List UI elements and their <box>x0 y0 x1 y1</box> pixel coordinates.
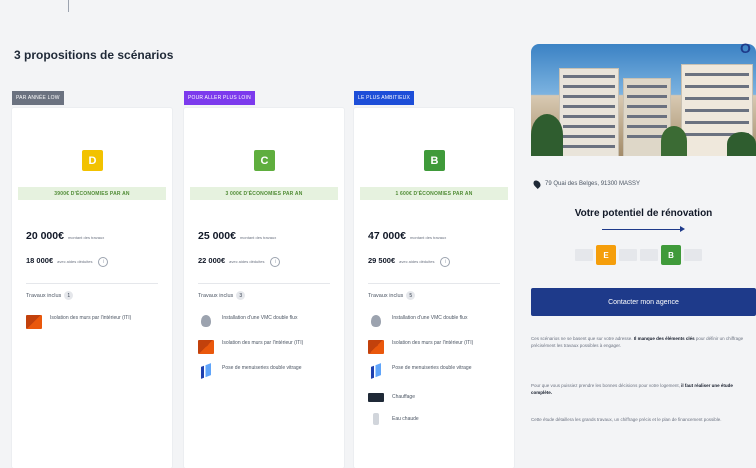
info-icon[interactable]: i <box>270 257 281 267</box>
works-title: Travaux inclus <box>368 292 404 299</box>
work-item-label: Chauffage <box>392 394 415 400</box>
card-divider <box>198 283 330 284</box>
scenario-tag: PAR ANNÉE LOW <box>12 91 64 105</box>
work-item: Pose de menuiseries double vitrage <box>368 363 508 379</box>
heating-icon <box>368 393 384 402</box>
brand-mark: O <box>740 40 751 56</box>
scenario-card[interactable]: D 3900€ D'ÉCONOMIES PAR AN 20 000€ monta… <box>12 108 172 468</box>
net-price: 18 000€ <box>26 256 54 265</box>
target-class-badge: B <box>661 245 681 265</box>
disclaimer-paragraph: Ces scénarios ne se basent que sur votre… <box>531 335 753 349</box>
info-icon[interactable]: i <box>98 257 109 267</box>
work-item: Installation d'une VMC double flux <box>198 315 338 327</box>
water-heater-icon <box>373 413 379 425</box>
total-price-note: montant des travaux <box>409 235 447 240</box>
window-icon <box>371 363 381 379</box>
total-price-row: 25 000€ montant des travaux <box>198 230 276 242</box>
info-icon[interactable]: i <box>440 257 451 267</box>
total-price-row: 47 000€ montant des travaux <box>368 230 446 242</box>
work-item-label: Eau chaude <box>392 416 419 422</box>
wall-insulation-icon <box>26 315 42 329</box>
arrow-right-icon <box>680 226 685 232</box>
wall-insulation-icon <box>368 340 384 354</box>
energy-class-badge: C <box>254 150 275 171</box>
total-price-note: montant des travaux <box>67 235 105 240</box>
card-divider <box>26 283 158 284</box>
location-pin-icon <box>532 179 542 189</box>
work-item-label: Isolation des murs par l'intérieur (ITI) <box>50 315 132 321</box>
study-text: Pour que vous puissiez prendre les bonne… <box>531 383 680 388</box>
work-item-label: Pose de menuiseries double vitrage <box>222 365 302 371</box>
savings-banner: 1 600€ D'ÉCONOMIES PAR AN <box>360 187 508 200</box>
work-item: Eau chaude <box>368 413 508 425</box>
total-price-row: 20 000€ montant des travaux <box>26 230 104 242</box>
scenario-tag: POUR ALLER PLUS LOIN <box>184 91 255 105</box>
work-item-label: Pose de menuiseries double vitrage <box>392 365 472 371</box>
work-item: Isolation des murs par l'intérieur (ITI) <box>26 315 166 329</box>
scenario-card[interactable]: B 1 600€ D'ÉCONOMIES PAR AN 47 000€ mont… <box>354 108 514 468</box>
works-count: 3 <box>236 291 246 300</box>
scenario-tag: LE PLUS AMBITIEUX <box>354 91 415 105</box>
arrow-line <box>602 229 682 230</box>
net-price: 22 000€ <box>198 256 226 265</box>
works-header: Travaux inclus 1 <box>26 291 74 300</box>
work-item: Pose de menuiseries double vitrage <box>198 363 338 379</box>
work-item-label: Installation d'une VMC double flux <box>392 315 468 321</box>
works-title: Travaux inclus <box>198 292 234 299</box>
work-item: Installation d'une VMC double flux <box>368 315 508 327</box>
property-panel <box>531 44 756 156</box>
scenario-column: PAR ANNÉE LOW D 3900€ D'ÉCONOMIES PAR AN… <box>12 86 172 468</box>
net-price-note: avec aides déduites <box>229 259 265 264</box>
work-item: Isolation des murs par l'intérieur (ITI) <box>368 340 508 354</box>
works-count: 1 <box>64 291 74 300</box>
renovation-potential-title: Votre potentiel de rénovation <box>574 208 713 219</box>
energy-class-scale: E B <box>575 245 702 265</box>
address-text: 79 Quai des Belges, 91300 MASSY <box>545 181 641 187</box>
address-row: 79 Quai des Belges, 91300 MASSY <box>532 179 641 189</box>
work-item: Chauffage <box>368 391 508 402</box>
vmc-icon <box>201 315 211 327</box>
vmc-icon <box>371 315 381 327</box>
header-divider <box>68 0 69 12</box>
savings-banner: 3900€ D'ÉCONOMIES PAR AN <box>18 187 166 200</box>
building-photo <box>531 44 756 156</box>
total-price-note: montant des travaux <box>239 235 277 240</box>
contact-agency-button[interactable]: Contacter mon agence <box>531 288 756 316</box>
scenario-column: POUR ALLER PLUS LOIN C 3 000€ D'ÉCONOMIE… <box>184 86 344 468</box>
study-details-paragraph: Cette étude détaillera les grands travau… <box>531 417 722 422</box>
works-header: Travaux inclus 5 <box>368 291 416 300</box>
net-price-note: avec aides déduites <box>57 259 93 264</box>
disclaimer-highlight: Il manque des éléments clés <box>633 336 695 341</box>
total-price: 47 000€ <box>368 230 406 242</box>
study-paragraph: Pour que vous puissiez prendre les bonne… <box>531 382 753 396</box>
works-title: Travaux inclus <box>26 292 62 299</box>
scenario-column: LE PLUS AMBITIEUX B 1 600€ D'ÉCONOMIES P… <box>354 86 514 468</box>
work-item-label: Installation d'une VMC double flux <box>222 315 298 321</box>
scenario-card[interactable]: C 3 000€ D'ÉCONOMIES PAR AN 25 000€ mont… <box>184 108 344 468</box>
current-class-badge: E <box>596 245 616 265</box>
window-icon <box>201 363 211 379</box>
net-price-row: 22 000€ avec aides déduites i <box>198 256 281 267</box>
work-item-label: Isolation des murs par l'intérieur (ITI) <box>222 340 304 346</box>
work-item-label: Isolation des murs par l'intérieur (ITI) <box>392 340 474 346</box>
card-divider <box>368 283 500 284</box>
total-price: 25 000€ <box>198 230 236 242</box>
net-price: 29 500€ <box>368 256 396 265</box>
energy-class-badge: B <box>424 150 445 171</box>
energy-class-badge: D <box>82 150 103 171</box>
wall-insulation-icon <box>198 340 214 354</box>
disclaimer-text: Ces scénarios ne se basent que sur votre… <box>531 336 633 341</box>
section-title: 3 propositions de scénarios <box>14 48 174 62</box>
total-price: 20 000€ <box>26 230 64 242</box>
net-price-note: avec aides déduites <box>399 259 435 264</box>
works-count: 5 <box>406 291 416 300</box>
net-price-row: 18 000€ avec aides déduites i <box>26 256 109 267</box>
net-price-row: 29 500€ avec aides déduites i <box>368 256 451 267</box>
work-item: Isolation des murs par l'intérieur (ITI) <box>198 340 338 354</box>
works-header: Travaux inclus 3 <box>198 291 246 300</box>
savings-banner: 3 000€ D'ÉCONOMIES PAR AN <box>190 187 338 200</box>
